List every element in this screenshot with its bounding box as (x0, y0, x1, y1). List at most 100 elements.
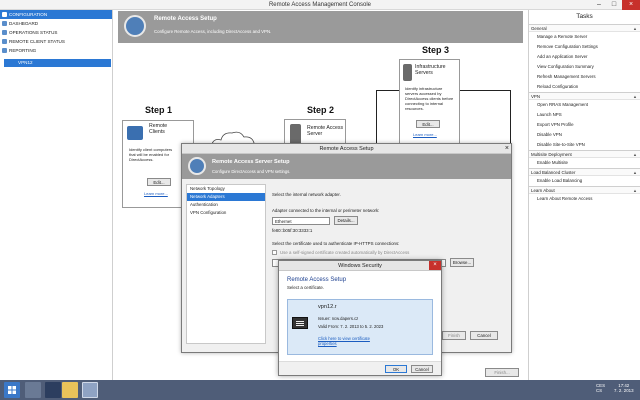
finish-button[interactable]: Finish (442, 331, 466, 340)
task-add-application-server[interactable]: Add an Application Server (529, 52, 640, 62)
connector-line (376, 90, 399, 91)
server-manager-taskbar-icon[interactable] (25, 382, 41, 398)
clients-icon (2, 39, 7, 44)
collapse-icon: ▲ (633, 188, 637, 193)
view-certificate-link[interactable]: Click here to view certificate properties (318, 336, 370, 346)
certificate-label: Select the certificate used to authentic… (272, 241, 400, 246)
nav-item-remote-client-status[interactable]: REMOTE CLIENT STATUS (0, 37, 112, 46)
step3-edit-button[interactable]: Edit... (416, 120, 440, 128)
step2-label: Step 2 (307, 105, 335, 115)
dialog-title-bar: Remote Access Setup × (182, 144, 511, 154)
self-signed-checkbox[interactable] (272, 250, 277, 255)
clock[interactable]: 17:42 7. 2. 2013 (614, 383, 634, 393)
step1-edit-button[interactable]: Edit... (147, 178, 171, 186)
certificate-icon (292, 317, 308, 329)
task-manage-remote-server[interactable]: Manage a Remote Server (529, 32, 640, 42)
wizard-step-network-adapters[interactable]: Network Adapters (187, 193, 265, 201)
tasks-pane: Tasks General ▲ Manage a Remote Server Re… (528, 10, 640, 380)
wizard-steps: Network Topology Network Adapters Authen… (186, 184, 266, 344)
certificate-tile[interactable]: vpn12.r Issuer: ncw.dapers.cz Valid From… (287, 299, 433, 355)
nav-item-operations-status[interactable]: OPERATIONS STATUS (0, 28, 112, 37)
nav-item-label: DASHBOARD (9, 21, 39, 26)
security-cancel-button[interactable]: Cancel (411, 365, 433, 373)
tasks-section-general[interactable]: General ▲ (529, 24, 640, 32)
header-title: Remote Access Setup (154, 16, 217, 22)
task-disable-vpn[interactable]: Disable VPN (529, 130, 640, 140)
remote-access-icon (124, 15, 146, 37)
tasks-section-vpn[interactable]: VPN ▲ (529, 92, 640, 100)
task-refresh-management-servers[interactable]: Refresh Management Servers (529, 72, 640, 82)
task-enable-multisite[interactable]: Enable Multisite (529, 158, 640, 168)
tasks-section-learn-about[interactable]: Learn About ▲ (529, 186, 640, 194)
window-title: Remote Access Management Console (268, 2, 372, 8)
task-disable-site-to-site-vpn[interactable]: Disable Site-to-Site VPN (529, 140, 640, 150)
nav-item-configuration[interactable]: CONFIGURATION (0, 10, 112, 19)
adapter-select[interactable]: Ethernet (272, 217, 330, 225)
close-button[interactable]: × (622, 0, 640, 10)
start-button[interactable] (4, 382, 20, 398)
maximize-button[interactable]: □ (607, 0, 621, 10)
step3-desc: Identify infrastructure servers accessed … (405, 86, 454, 111)
task-learn-about-remote-access[interactable]: Learn About Remote Access (529, 194, 640, 204)
collapse-icon: ▲ (633, 26, 637, 31)
title-bar: Remote Access Management Console – □ × (0, 0, 640, 10)
task-enable-load-balancing[interactable]: Enable Load Balancing (529, 176, 640, 186)
cancel-button[interactable]: Cancel (470, 331, 498, 340)
dialog-title: Remote Access Setup (319, 146, 374, 152)
tasks-section-load-balanced[interactable]: Load Balanced Cluster ▲ (529, 168, 640, 176)
task-reload-configuration[interactable]: Reload Configuration (529, 82, 640, 92)
remote-access-icon (188, 157, 206, 175)
task-export-vpn-profile[interactable]: Export VPN Profile (529, 120, 640, 130)
setup-header: Remote Access Setup Configure Remote Acc… (118, 11, 523, 43)
operations-icon (2, 30, 7, 35)
security-close-icon[interactable]: × (429, 261, 441, 270)
step3-label: Step 3 (422, 45, 450, 55)
configuration-icon (2, 12, 7, 17)
remote-access-taskbar-icon[interactable] (82, 382, 98, 398)
browse-button[interactable]: Browse... (450, 258, 474, 267)
nav-item-label: REMOTE CLIENT STATUS (9, 39, 65, 44)
windows-security-dialog: Windows Security × Remote Access Setup S… (278, 260, 442, 376)
nav-item-dashboard[interactable]: DASHBOARD (0, 19, 112, 28)
explorer-taskbar-icon[interactable] (62, 382, 78, 398)
tasks-section-multisite[interactable]: Multisite Deployment ▲ (529, 150, 640, 158)
step1-learn-link[interactable]: Learn more... (144, 191, 168, 196)
navigation-pane: CONFIGURATION DASHBOARD OPERATIONS STATU… (0, 10, 113, 380)
security-heading: Remote Access Setup (287, 277, 347, 283)
wizard-step-vpn-configuration[interactable]: VPN Configuration (187, 209, 265, 217)
certificate-name: vpn12.r (318, 304, 337, 310)
taskbar: CES CS 17:42 7. 2. 2013 (0, 380, 640, 400)
reporting-icon (2, 48, 7, 53)
collapse-icon: ▲ (633, 94, 637, 99)
select-adapter-label: Select the internal network adapter. (272, 192, 341, 197)
dashboard-icon (2, 21, 7, 26)
step1-label: Step 1 (145, 105, 173, 115)
dialog-header: Remote Access Server Setup Configure Dir… (182, 154, 511, 179)
wizard-step-network-topology[interactable]: Network Topology (187, 185, 265, 193)
ok-button[interactable]: OK (385, 365, 407, 373)
step3-card: Infrastructure Servers Identify infrastru… (399, 59, 460, 151)
task-open-rras[interactable]: Open RRAS Management (529, 100, 640, 110)
dialog-close-icon[interactable]: × (505, 144, 509, 154)
clients-icon (127, 126, 143, 140)
nav-item-label: REPORTING (9, 48, 37, 53)
task-view-configuration-summary[interactable]: View Configuration Summary (529, 62, 640, 72)
server-item-vpn12[interactable]: VPN12 (4, 59, 111, 67)
powershell-taskbar-icon[interactable] (45, 382, 61, 398)
step3-title: Infrastructure Servers (415, 64, 446, 76)
nav-item-reporting[interactable]: REPORTING (0, 46, 112, 55)
infrastructure-server-icon (403, 64, 412, 81)
certificate-validity: Valid From: 7. 2. 2013 to 5. 2. 2023 (318, 324, 384, 329)
tasks-title: Tasks (576, 13, 593, 20)
windows-icon (8, 386, 16, 394)
wizard-step-authentication[interactable]: Authentication (187, 201, 265, 209)
step3-learn-link[interactable]: Learn more... (413, 132, 437, 137)
security-title: Windows Security (338, 263, 382, 269)
task-launch-nps[interactable]: Launch NPS (529, 110, 640, 120)
details-button[interactable]: Details... (334, 216, 358, 225)
task-remove-configuration[interactable]: Remove Configuration Settings (529, 42, 640, 52)
minimize-button[interactable]: – (592, 0, 606, 10)
adapter-label: Adapter connected to the internal or per… (272, 208, 380, 213)
language-indicator[interactable]: CES CS (596, 383, 605, 393)
collapse-icon: ▲ (633, 152, 637, 157)
